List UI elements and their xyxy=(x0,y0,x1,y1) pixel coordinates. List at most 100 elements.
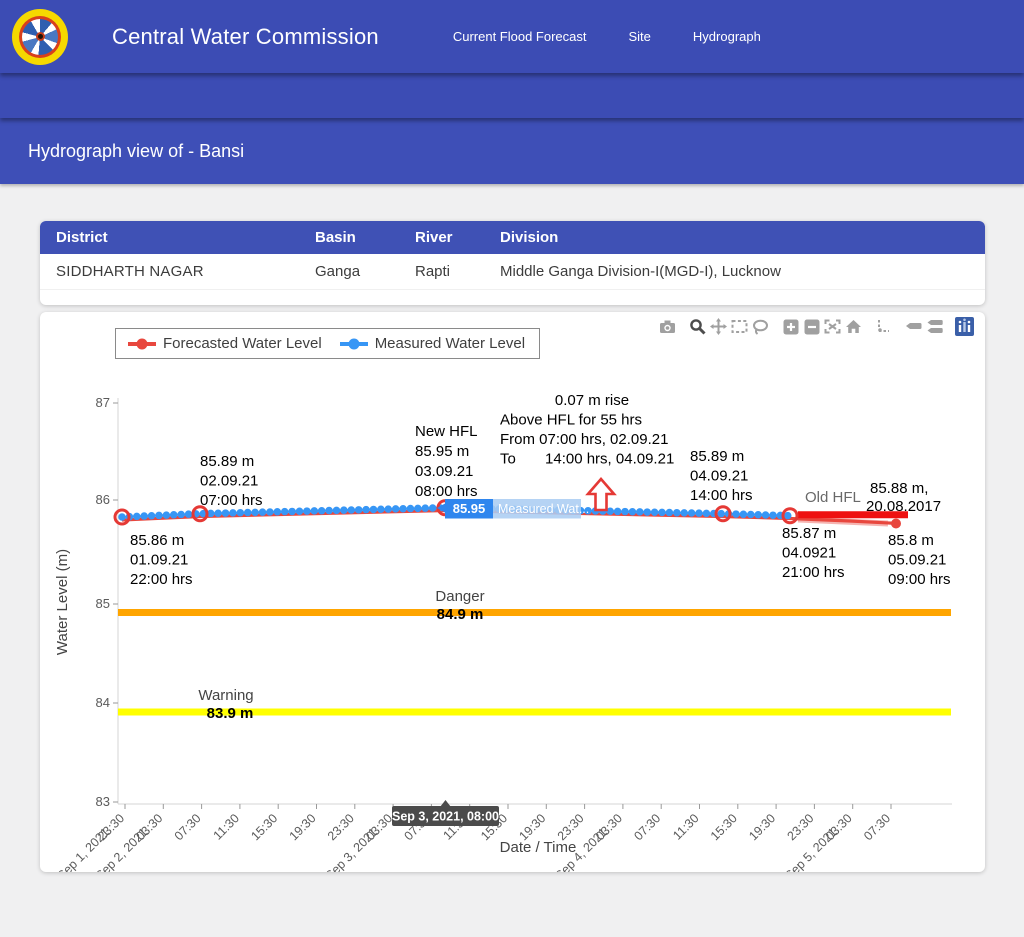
x-tick: 07:30 xyxy=(631,811,663,843)
toggle-spikelines-icon[interactable] xyxy=(873,317,894,336)
app-title: Central Water Commission xyxy=(112,24,379,50)
annotation-p3-date: 04.09.21 xyxy=(690,468,748,485)
x-axis-title: Date / Time xyxy=(500,839,577,856)
old-hfl-value-1: 85.88 m, xyxy=(870,480,928,497)
station-table-row: SIDDHARTH NAGAR Ganga Rapti Middle Ganga… xyxy=(40,254,985,290)
annotation-p2-time: 07:00 hrs xyxy=(200,492,263,509)
hover-closest-icon[interactable] xyxy=(903,317,924,336)
annotation-new-hfl-value: 85.95 m xyxy=(415,443,469,460)
x-tick: 23:30 xyxy=(325,811,357,843)
annotation-new-hfl-time: 08:00 hrs xyxy=(415,483,478,500)
x-tick-marks xyxy=(125,804,891,809)
nav-current-flood-forecast[interactable]: Current Flood Forecast xyxy=(453,29,587,44)
forecast-line-marker-icon xyxy=(126,337,158,351)
box-select-icon[interactable] xyxy=(729,317,750,336)
danger-value: 84.9 m xyxy=(437,606,484,623)
nav-hydrograph[interactable]: Hydrograph xyxy=(693,29,761,44)
legend-item-forecasted[interactable]: Forecasted Water Level xyxy=(126,335,322,352)
annotation-rise-l3: From 07:00 hrs, 02.09.21 xyxy=(500,431,668,448)
annotation-p1-value: 85.86 m xyxy=(130,532,184,549)
camera-icon[interactable] xyxy=(657,317,678,336)
annotation-rise-l1: 0.07 m rise xyxy=(555,392,629,409)
danger-label: Danger xyxy=(435,588,484,605)
warning-label: Warning xyxy=(198,687,253,704)
annotation-p5-value: 85.8 m xyxy=(888,532,934,549)
main-nav: Current Flood Forecast Site Hydrograph xyxy=(411,29,761,44)
col-header-division: Division xyxy=(484,221,985,254)
app-header: Central Water Commission Current Flood F… xyxy=(0,0,1024,73)
annotation-new-hfl-title: New HFL xyxy=(415,423,478,440)
x-tick: 15:30 xyxy=(708,811,740,843)
secondary-bar xyxy=(0,73,1024,118)
cell-river: Rapti xyxy=(399,254,484,290)
cwc-logo[interactable] xyxy=(12,9,68,65)
page-heading-bar: Hydrograph view of - Bansi xyxy=(0,118,1024,184)
zoom-in-icon[interactable] xyxy=(780,317,801,336)
cell-division: Middle Ganga Division-I(MGD-I), Lucknow xyxy=(484,254,985,290)
y-tick-marks xyxy=(113,403,118,802)
forecast-band xyxy=(798,520,888,524)
col-header-basin: Basin xyxy=(299,221,399,254)
zoom-out-icon[interactable] xyxy=(801,317,822,336)
x-tick: 07:30 xyxy=(172,811,204,843)
station-table-header-row: District Basin River Division xyxy=(40,221,985,254)
x-tooltip-label: Sep 3, 2021, 08:00 xyxy=(392,810,499,824)
annotation-p3-time: 14:00 hrs xyxy=(690,487,753,504)
annotation-p3-value: 85.89 m xyxy=(690,448,744,465)
autoscale-icon[interactable] xyxy=(822,317,843,336)
x-tick: 11:30 xyxy=(670,811,701,842)
y-tick-85: 85 xyxy=(96,596,110,611)
hover-series-name: Measured Wat... xyxy=(498,502,589,516)
measured-line-marker-icon xyxy=(338,337,370,351)
hydrograph-chart-card: Forecasted Water Level Measured Water Le… xyxy=(40,312,985,872)
cell-district: SIDDHARTH NAGAR xyxy=(40,254,299,290)
y-tick-83: 83 xyxy=(96,794,110,809)
x-tick: 19:30 xyxy=(287,811,319,843)
hydrograph-plot: 87 86 85 84 83 23:30 03:30 07:30 11:30 1… xyxy=(40,312,985,872)
x-tick: 15:30 xyxy=(248,811,280,843)
x-tick: 19:30 xyxy=(746,811,778,843)
zoom-icon[interactable] xyxy=(687,317,708,336)
x-tick: 11:30 xyxy=(211,811,242,842)
warning-value: 83.9 m xyxy=(207,705,254,722)
y-axis-title: Water Level (m) xyxy=(54,549,71,655)
pan-icon[interactable] xyxy=(708,317,729,336)
station-info-card: District Basin River Division SIDDHARTH … xyxy=(40,221,985,305)
annotation-p1-date: 01.09.21 xyxy=(130,552,188,569)
forecast-end-marker xyxy=(891,519,901,529)
annotation-p4-date: 04.0921 xyxy=(782,545,836,562)
page-title: Hydrograph view of - Bansi xyxy=(0,141,244,162)
annotation-p5-date: 05.09.21 xyxy=(888,552,946,569)
annotation-rise-l2: Above HFL for 55 hrs xyxy=(500,412,642,429)
cell-basin: Ganga xyxy=(299,254,399,290)
nav-site[interactable]: Site xyxy=(629,29,651,44)
legend-label-forecasted: Forecasted Water Level xyxy=(163,335,322,352)
y-tick-87: 87 xyxy=(96,395,110,410)
annotation-new-hfl-date: 03.09.21 xyxy=(415,463,473,480)
legend-item-measured[interactable]: Measured Water Level xyxy=(338,335,525,352)
annotation-p1-time: 22:00 hrs xyxy=(130,571,193,588)
x-tick: 23:30 xyxy=(785,811,817,843)
station-table: District Basin River Division SIDDHARTH … xyxy=(40,221,985,290)
annotation-p5-time: 09:00 hrs xyxy=(888,571,951,588)
plotly-modebar xyxy=(648,317,975,336)
old-hfl-label: Old HFL xyxy=(805,489,861,506)
home-icon[interactable] xyxy=(843,317,864,336)
col-header-district: District xyxy=(40,221,299,254)
chart-legend: Forecasted Water Level Measured Water Le… xyxy=(115,328,540,359)
annotation-p4-time: 21:00 hrs xyxy=(782,564,845,581)
annotation-p2-value: 85.89 m xyxy=(200,453,254,470)
hover-value: 85.95 xyxy=(453,501,486,516)
lasso-select-icon[interactable] xyxy=(750,317,771,336)
col-header-river: River xyxy=(399,221,484,254)
x-tick: 07:30 xyxy=(861,811,893,843)
legend-label-measured: Measured Water Level xyxy=(375,335,525,352)
y-tick-86: 86 xyxy=(96,492,110,507)
hover-compare-icon[interactable] xyxy=(924,317,945,336)
annotation-rise-l4: To 14:00 hrs, 04.09.21 xyxy=(500,451,674,468)
annotation-p4-value: 85.87 m xyxy=(782,525,836,542)
y-tick-84: 84 xyxy=(96,695,110,710)
old-hfl-value-2: 20.08.2017 xyxy=(866,498,941,515)
annotation-p2-date: 02.09.21 xyxy=(200,473,258,490)
plotly-logo-icon[interactable] xyxy=(954,317,975,336)
